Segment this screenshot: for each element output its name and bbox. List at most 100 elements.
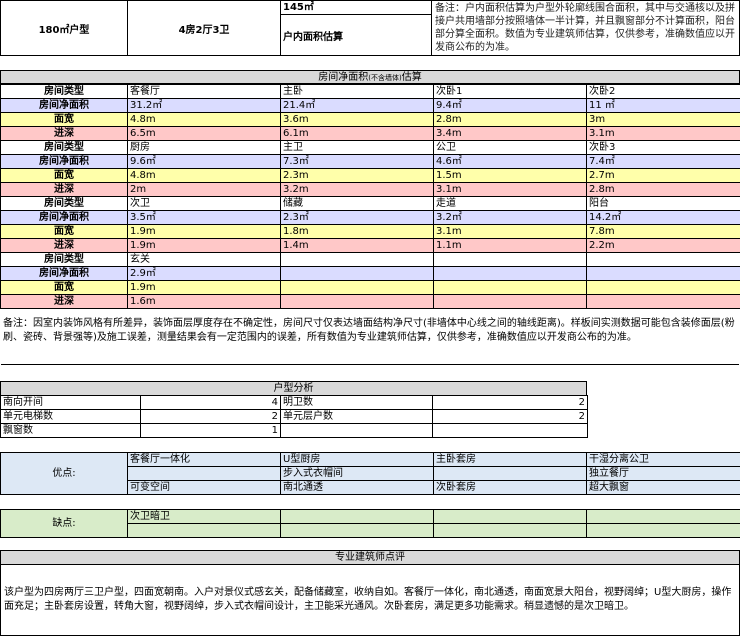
rooms-row: 面宽 4.8m 3.6m 2.8m 3m bbox=[0, 112, 740, 127]
area-label: 户内面积估算 bbox=[283, 31, 343, 43]
room-cell: 3.2㎡ bbox=[433, 210, 587, 225]
room-cell: 次卧1 bbox=[433, 84, 587, 99]
rooms-row: 进深 6.5m 6.1m 3.4m 3.1m bbox=[0, 126, 740, 141]
row-label: 房间净面积 bbox=[0, 154, 128, 169]
room-cell: 1.5m bbox=[433, 168, 587, 183]
header-layout-cell: 4房2厅3卫 bbox=[127, 0, 281, 56]
analysis-row: 飘窗数 1 bbox=[0, 423, 588, 438]
room-cell: 3.1m bbox=[433, 224, 587, 239]
rooms-row: 房间类型 厨房 主卫 公卫 次卧3 bbox=[0, 140, 740, 155]
row-label: 进深 bbox=[0, 238, 128, 253]
room-cell: 9.4㎡ bbox=[433, 98, 587, 113]
room-cell bbox=[433, 266, 587, 281]
rooms-table: 房间类型 客餐厅 主卧 次卧1 次卧2 房间净面积 31.2㎡ 21.4㎡ 9.4㎡ 11 ㎡面宽… bbox=[0, 84, 740, 309]
rooms-title-main: 房间净面积 bbox=[318, 72, 369, 83]
room-cell: 9.6㎡ bbox=[127, 154, 281, 169]
pros-item: 客餐厅一体化 bbox=[127, 452, 281, 467]
room-cell: 阳台 bbox=[586, 196, 740, 211]
rooms-note: 备注：因室内装饰风格有所差异，装饰面层厚度存在不确定性，房间尺寸仅表达墙面结构净… bbox=[1, 317, 739, 365]
unit-area: 145㎡ bbox=[283, 2, 314, 13]
room-cell: 公卫 bbox=[433, 140, 587, 155]
analysis-cell: 单元层户数 bbox=[280, 409, 433, 424]
header-note-text: 备注：户内面积估算为户型外轮廓线围合面积，其中与交通核以及拼接户共用墙部分按照墙… bbox=[435, 3, 735, 53]
room-cell: 次卧2 bbox=[586, 84, 740, 99]
room-cell bbox=[586, 294, 740, 309]
review-text-body: 该户型为四房两厅三卫户型，四面宽朝南。入户对景仪式感玄关，配备储藏室，收纳自如。… bbox=[4, 587, 732, 612]
analysis-cell: 4 bbox=[140, 395, 281, 410]
row-label: 面宽 bbox=[0, 280, 128, 295]
rooms-row: 面宽 4.8m 2.3m 1.5m 2.7m bbox=[0, 168, 740, 183]
room-cell: 次卧3 bbox=[586, 140, 740, 155]
room-cell: 1.8m bbox=[280, 224, 434, 239]
rooms-row: 进深 2m 3.2m 3.1m 2.8m bbox=[0, 182, 740, 197]
analysis-cell: 1 bbox=[140, 423, 281, 438]
rooms-row: 房间净面积 9.6㎡ 7.3㎡ 4.6㎡ 7.4㎡ bbox=[0, 154, 740, 169]
analysis-cell: 明卫数 bbox=[280, 395, 433, 410]
room-cell: 3.1m bbox=[433, 182, 587, 197]
rooms-row: 进深 1.9m 1.4m 1.1m 2.2m bbox=[0, 238, 740, 253]
room-cell: 3m bbox=[586, 112, 740, 127]
room-cell: 1.9m bbox=[127, 238, 281, 253]
row-label: 进深 bbox=[0, 126, 128, 141]
pros-item: 独立餐厅 bbox=[586, 466, 740, 481]
row-label: 房间类型 bbox=[0, 140, 128, 155]
room-cell: 7.3㎡ bbox=[280, 154, 434, 169]
analysis-row: 南向开间 4 明卫数 2 bbox=[0, 395, 588, 410]
room-cell: 6.5m bbox=[127, 126, 281, 141]
cons-item bbox=[586, 509, 740, 524]
row-label: 进深 bbox=[0, 182, 128, 197]
cons-item bbox=[127, 523, 281, 538]
room-cell: 1.1m bbox=[433, 238, 587, 253]
pros-item: 可变空间 bbox=[127, 480, 281, 495]
row-label: 房间净面积 bbox=[0, 210, 128, 225]
pros-item: 干湿分离公卫 bbox=[586, 452, 740, 467]
rooms-row: 进深 1.6m bbox=[0, 294, 740, 309]
analysis-cell: 2 bbox=[140, 409, 281, 424]
room-cell: 1.9m bbox=[127, 224, 281, 239]
rooms-row: 房间类型 客餐厅 主卧 次卧1 次卧2 bbox=[0, 84, 740, 99]
row-label: 面宽 bbox=[0, 168, 128, 183]
rooms-row: 房间净面积 31.2㎡ 21.4㎡ 9.4㎡ 11 ㎡ bbox=[0, 98, 740, 113]
room-cell: 7.8m bbox=[586, 224, 740, 239]
room-cell: 1.6m bbox=[127, 294, 281, 309]
room-cell: 6.1m bbox=[280, 126, 434, 141]
room-cell bbox=[586, 252, 740, 267]
rooms-row: 房间类型 玄关 bbox=[0, 252, 740, 267]
room-cell: 4.6㎡ bbox=[433, 154, 587, 169]
room-cell: 14.2㎡ bbox=[586, 210, 740, 225]
pros-item bbox=[127, 466, 281, 481]
analysis-title: 户型分析 bbox=[0, 381, 587, 396]
room-cell: 2.3㎡ bbox=[280, 210, 434, 225]
room-cell: 客餐厅 bbox=[127, 84, 281, 99]
room-cell: 主卧 bbox=[280, 84, 434, 99]
room-cell bbox=[586, 280, 740, 295]
room-cell: 走道 bbox=[433, 196, 587, 211]
header-area-cell: 145㎡ bbox=[280, 0, 432, 15]
room-cell: 1.9m bbox=[127, 280, 281, 295]
row-label: 面宽 bbox=[0, 112, 128, 127]
cons-label: 缺点: bbox=[0, 509, 128, 538]
pros-item: 步入式衣帽间 bbox=[280, 466, 434, 481]
cons-item bbox=[280, 523, 434, 538]
rooms-row: 面宽 1.9m bbox=[0, 280, 740, 295]
room-cell: 次卫 bbox=[127, 196, 281, 211]
rooms-title-small: (不含墙体) bbox=[368, 74, 402, 82]
room-cell: 玄关 bbox=[127, 252, 281, 267]
room-cell bbox=[433, 252, 587, 267]
cons-item bbox=[433, 509, 587, 524]
analysis-row: 单元电梯数 2 单元层户数 2 bbox=[0, 409, 588, 424]
room-cell: 4.8m bbox=[127, 168, 281, 183]
room-cell bbox=[280, 252, 434, 267]
header-type-cell: 180㎡户型 bbox=[0, 0, 128, 56]
analysis-cell: 南向开间 bbox=[0, 395, 141, 410]
room-cell: 2m bbox=[127, 182, 281, 197]
pros-item bbox=[433, 466, 587, 481]
room-cell: 储藏 bbox=[280, 196, 434, 211]
room-cell bbox=[433, 294, 587, 309]
header-note: 备注：户内面积估算为户型外轮廓线围合面积，其中与交通核以及拼接户共用墙部分按照墙… bbox=[431, 0, 740, 56]
room-cell: 3.1m bbox=[586, 126, 740, 141]
review-title: 专业建筑师点评 bbox=[0, 550, 740, 565]
rooms-title-end: 估算 bbox=[401, 72, 422, 83]
cons-item bbox=[586, 523, 740, 538]
analysis-cell bbox=[432, 423, 588, 438]
